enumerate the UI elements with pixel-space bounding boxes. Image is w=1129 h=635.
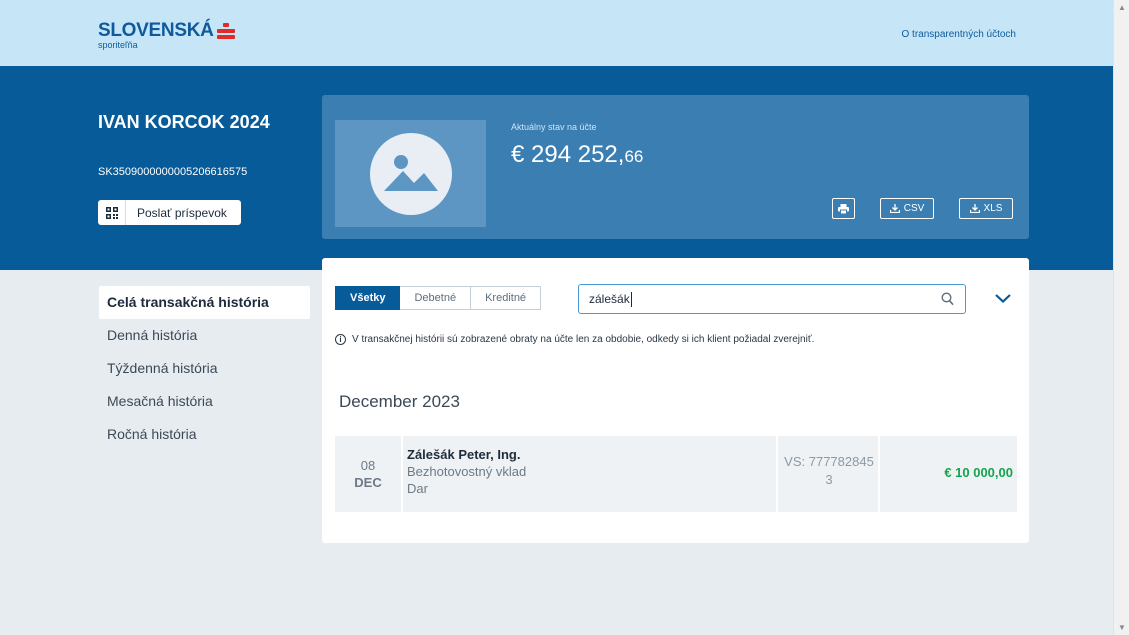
balance-card: Aktuálny stav na účte € 294 252,66 CSV X…	[322, 95, 1029, 239]
scroll-down-icon[interactable]: ▼	[1118, 623, 1126, 632]
logo[interactable]: SLOVENSKÁ sporiteľňa	[98, 20, 235, 50]
divider	[401, 436, 403, 512]
menu-item-daily-history[interactable]: Denná história	[99, 319, 310, 352]
transactions-panel: Všetky Debetné Kreditné zálešák i V tran…	[322, 258, 1029, 543]
info-note: i V transakčnej histórii sú zobrazené ob…	[335, 334, 814, 345]
download-icon	[889, 204, 900, 213]
month-heading: December 2023	[339, 392, 460, 411]
menu-item-yearly-history[interactable]: Ročná história	[99, 418, 310, 451]
transaction-note: Dar	[407, 481, 428, 496]
transaction-description: Zálešák Peter, Ing. Bezhotovostný vklad …	[407, 446, 526, 497]
divider	[878, 436, 880, 512]
info-icon: i	[335, 334, 346, 345]
history-menu: Celá transakčná história Denná história …	[99, 286, 310, 451]
transaction-day: 08	[360, 458, 376, 473]
menu-item-weekly-history[interactable]: Týždenná história	[99, 352, 310, 385]
variable-symbol-line1: VS: 777782845	[784, 454, 874, 469]
download-csv-button[interactable]: CSV	[880, 198, 934, 219]
top-header: SLOVENSKÁ sporiteľňa O transparentných ú…	[0, 0, 1113, 66]
info-text: V transakčnej histórii sú zobrazené obra…	[352, 334, 815, 345]
account-iban: SK3509000000005206616575	[98, 166, 248, 178]
tab-debit[interactable]: Debetné	[400, 286, 472, 310]
text-cursor	[630, 291, 632, 307]
transaction-row[interactable]: 08 DEC Zálešák Peter, Ing. Bezhotovostný…	[335, 436, 1017, 512]
transaction-type-filter: Všetky Debetné Kreditné	[335, 286, 542, 310]
balance-decimals: 66	[624, 147, 644, 166]
donate-button[interactable]: Poslať príspevok	[98, 200, 241, 225]
logo-text: SLOVENSKÁ	[98, 20, 214, 41]
csv-label: CSV	[903, 203, 925, 214]
search-value: zálešák	[589, 292, 630, 306]
variable-symbol: VS: 777782845 3	[779, 453, 879, 489]
printer-icon	[838, 203, 849, 214]
chevron-down-icon[interactable]	[994, 293, 1012, 304]
tab-credit[interactable]: Kreditné	[471, 286, 542, 310]
download-icon	[969, 204, 980, 213]
balance-label: Aktuálny stav na účte	[511, 122, 597, 132]
transaction-amount: € 10 000,00	[944, 465, 1013, 480]
balance-main: € 294 252,	[511, 141, 625, 168]
transaction-date: 08 DEC	[335, 436, 401, 512]
logo-mark-icon	[216, 23, 235, 39]
account-photo-placeholder	[335, 120, 486, 227]
divider	[776, 436, 778, 512]
transaction-month: DEC	[354, 475, 382, 490]
menu-item-monthly-history[interactable]: Mesačná história	[99, 385, 310, 418]
search-icon[interactable]	[941, 292, 954, 306]
transparent-accounts-link[interactable]: O transparentných účtoch	[901, 29, 1016, 40]
image-placeholder-icon	[369, 132, 452, 215]
page-scrollbar[interactable]: ▲ ▼	[1113, 0, 1129, 635]
transaction-type: Bezhotovostný vklad	[407, 464, 527, 479]
scroll-up-icon[interactable]: ▲	[1118, 3, 1126, 12]
print-button[interactable]	[832, 198, 855, 219]
search-input[interactable]: zálešák	[578, 284, 966, 314]
menu-item-full-history[interactable]: Celá transakčná história	[99, 286, 310, 319]
donate-button-label: Poslať príspevok	[137, 205, 227, 220]
qr-code-icon	[98, 200, 126, 225]
xls-label: XLS	[983, 203, 1003, 214]
counterparty-name: Zálešák Peter, Ing.	[407, 447, 521, 462]
tab-all[interactable]: Všetky	[335, 286, 401, 310]
download-xls-button[interactable]: XLS	[959, 198, 1013, 219]
account-hero: IVAN KORCOK 2024 SK350900000000520661657…	[0, 66, 1113, 270]
variable-symbol-line2: 3	[825, 472, 833, 487]
balance-value: € 294 252,66	[511, 141, 643, 169]
account-name: IVAN KORCOK 2024	[98, 112, 270, 132]
